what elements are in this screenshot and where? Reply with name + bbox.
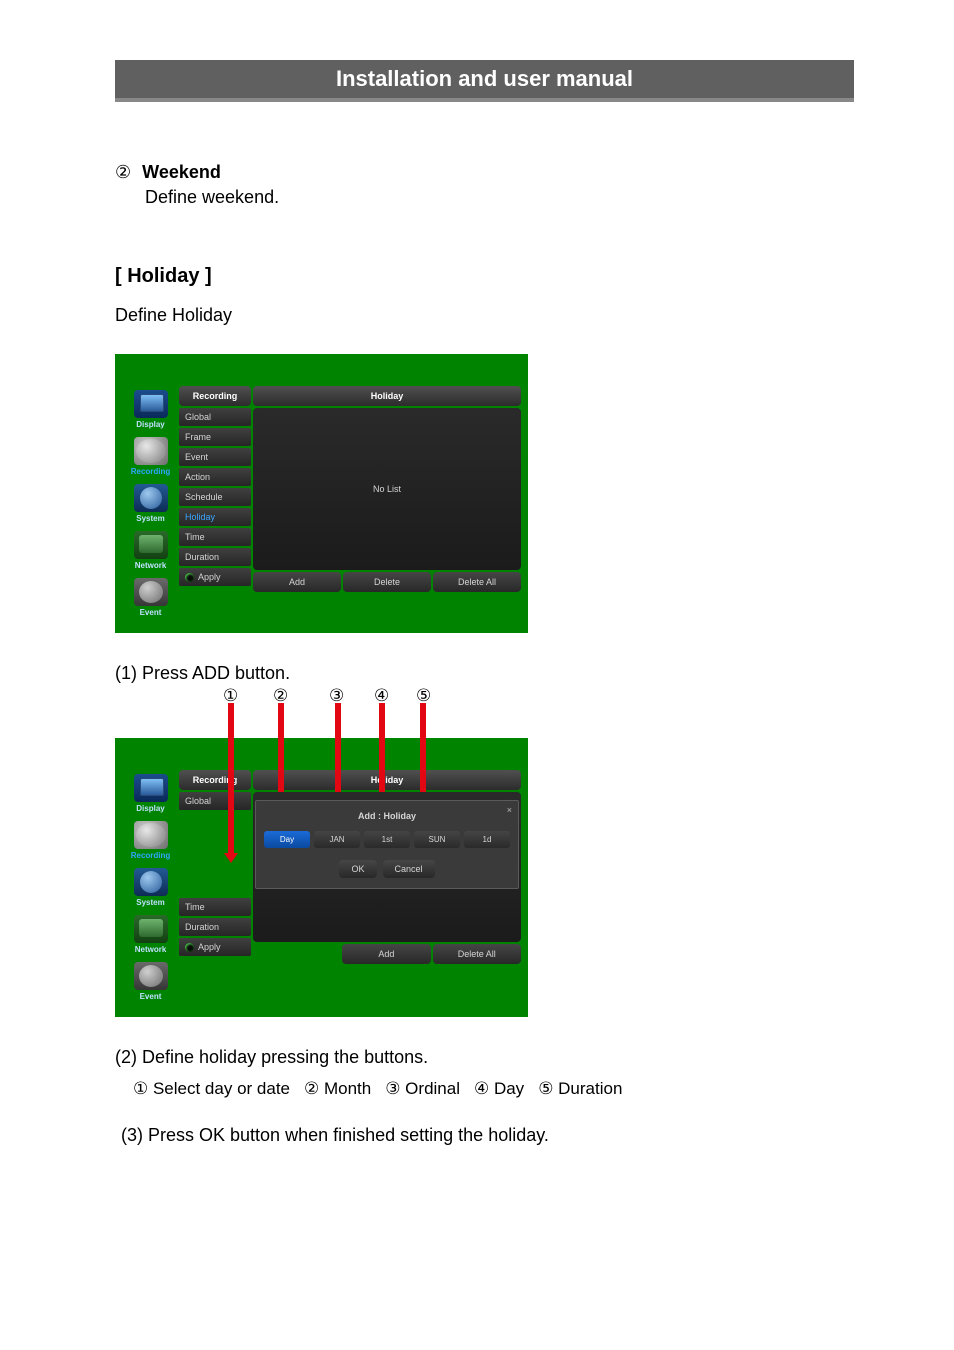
holiday-chip[interactable]: 1st (364, 831, 410, 848)
main-panel: Holiday No List Add Delete Delete All (253, 386, 521, 592)
legend-item: ② Month (304, 1079, 371, 1098)
submenu-item[interactable]: Frame (179, 428, 251, 446)
legend-item: ① Select day or date (133, 1079, 290, 1098)
legend-item: ③ Ordinal (385, 1079, 460, 1098)
submenu-column: Recording Global Time Duration Apply (179, 770, 251, 956)
sidebar-label: Event (122, 990, 179, 1001)
weekend-title: Weekend (142, 162, 221, 182)
submenu-header: Recording (179, 770, 251, 790)
submenu-item[interactable]: Event (179, 448, 251, 466)
sidebar-icon[interactable] (134, 484, 168, 512)
add-button[interactable]: Add (342, 944, 430, 964)
callout-3: ③ (329, 686, 344, 706)
dialog-title: Add : Holiday (264, 811, 510, 821)
submenu-item[interactable]: Duration (179, 918, 251, 936)
submenu-item[interactable]: Action (179, 468, 251, 486)
legend-item: ⑤ Duration (538, 1079, 622, 1098)
holiday-chip[interactable]: 1d (464, 831, 510, 848)
delete-all-button[interactable]: Delete All (433, 944, 521, 964)
ok-button[interactable]: OK (339, 860, 376, 878)
callout-2: ② (273, 686, 288, 706)
holiday-chip[interactable]: SUN (414, 831, 460, 848)
step-2: (2) Define holiday pressing the buttons. (115, 1045, 854, 1070)
sidebar-icon[interactable] (134, 915, 168, 943)
holiday-chip[interactable]: Day (264, 831, 310, 848)
delete-all-button[interactable]: Delete All (433, 572, 521, 592)
holiday-desc: Define Holiday (115, 303, 854, 328)
add-holiday-dialog: × Add : Holiday DayJAN1stSUN1d OK Cancel (255, 800, 519, 889)
sidebar-label: Network (122, 559, 179, 570)
submenu-item[interactable]: Global (179, 792, 251, 810)
add-button[interactable]: Add (253, 572, 341, 592)
page-title-bar: Installation and user manual (115, 60, 854, 102)
submenu-item[interactable]: Time (179, 528, 251, 546)
sidebar-icon[interactable] (134, 578, 168, 606)
sidebar-label: System (122, 512, 179, 523)
step-3: (3) Press OK button when finished settin… (121, 1123, 854, 1148)
sidebar-label: Recording (122, 465, 179, 476)
sidebar-icon[interactable] (134, 821, 168, 849)
callout-1: ① (223, 686, 238, 706)
step-2-legend: ① Select day or date ② Month ③ Ordinal ④ Da… (133, 1076, 854, 1101)
holiday-heading: [ Holiday ] (115, 265, 854, 288)
weekend-heading: ② Weekend (115, 160, 854, 185)
apply-button[interactable]: Apply (179, 938, 251, 956)
add-holiday-screenshot: Display Recording System Network Event Recor… (115, 738, 528, 1017)
sidebar-icon[interactable] (134, 868, 168, 896)
sidebar-icon[interactable] (134, 962, 168, 990)
sidebar-label: Recording (122, 849, 179, 860)
submenu-item[interactable]: Global (179, 408, 251, 426)
sidebar-icon[interactable] (134, 437, 168, 465)
sidebar-icon[interactable] (134, 774, 168, 802)
submenu-item[interactable]: Duration (179, 548, 251, 566)
submenu-item[interactable]: Time (179, 898, 251, 916)
sidebar-icon[interactable] (134, 531, 168, 559)
sidebar-label: Event (122, 606, 179, 617)
callout-4: ④ (374, 686, 389, 706)
sidebar: Display Recording System Network Event (122, 770, 179, 1005)
legend-item: ④ Day (474, 1079, 524, 1098)
cancel-button[interactable]: Cancel (383, 860, 435, 878)
sidebar-label: Display (122, 802, 179, 813)
empty-list-text: No List (253, 408, 521, 570)
delete-button[interactable]: Delete (343, 572, 431, 592)
callout-row: ① ② ③ ④ ⑤ (115, 686, 528, 738)
main-panel-title: Holiday (253, 386, 521, 406)
submenu-item[interactable]: Schedule (179, 488, 251, 506)
callout-5: ⑤ (416, 686, 431, 706)
close-icon[interactable]: × (507, 805, 512, 815)
submenu-column: Recording Global Frame Event Action Schedule… (179, 386, 251, 586)
step-1: (1) Press ADD button. (115, 661, 854, 686)
holiday-chip[interactable]: JAN (314, 831, 360, 848)
sidebar: Display Recording System Network Event (122, 386, 179, 621)
main-panel-title: Holiday (253, 770, 521, 790)
weekend-desc: Define weekend. (145, 185, 854, 210)
sidebar-icon[interactable] (134, 390, 168, 418)
sidebar-label: Network (122, 943, 179, 954)
holiday-list-screenshot: Display Recording System Network Event Recor… (115, 354, 528, 633)
main-panel: Holiday × Add : Holiday DayJAN1stSUN1d O… (253, 770, 521, 964)
sidebar-label: System (122, 896, 179, 907)
submenu-header: Recording (179, 386, 251, 406)
submenu-item[interactable]: Holiday (179, 508, 251, 526)
weekend-number: ② (115, 162, 131, 182)
sidebar-label: Display (122, 418, 179, 429)
apply-button[interactable]: Apply (179, 568, 251, 586)
